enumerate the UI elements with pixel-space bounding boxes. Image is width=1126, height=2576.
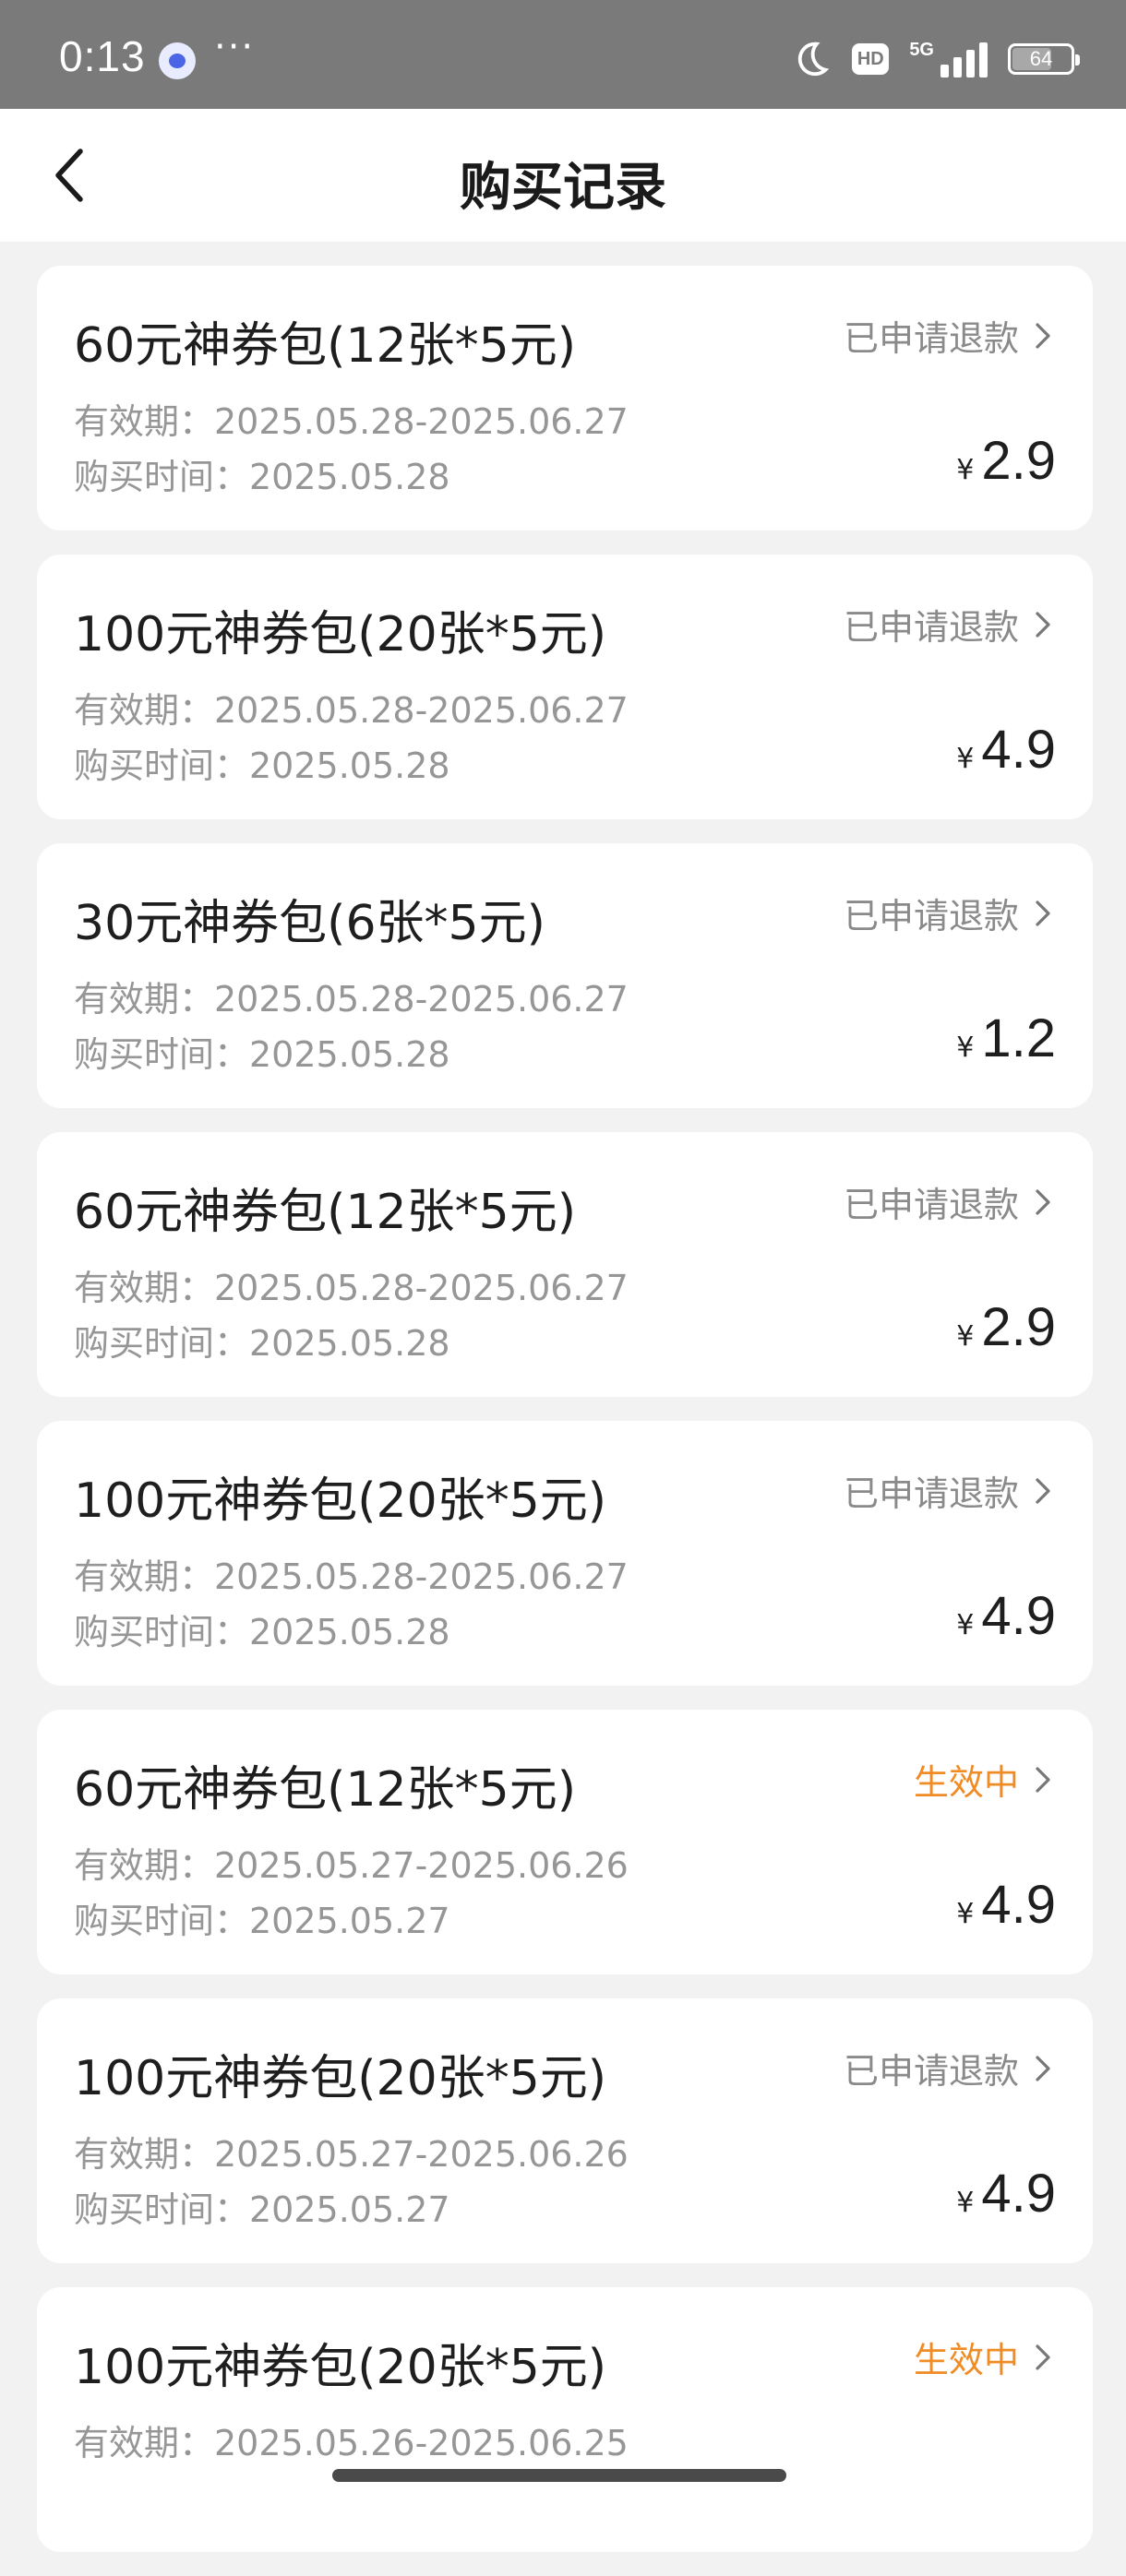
- home-indicator[interactable]: [332, 2469, 786, 2482]
- purchase-time: 购买时间：2025.05.28: [74, 1034, 450, 1075]
- record-status: 已申请退款: [843, 607, 1019, 648]
- currency-symbol: ¥: [956, 1320, 975, 1353]
- purchase-record-card[interactable]: 60元神券包(12张*5元) 已申请退款 有效期：2025.05.28-2025…: [37, 1132, 1093, 1397]
- nav-bar: 购买记录: [0, 109, 1126, 242]
- validity-period: 有效期：2025.05.28-2025.06.27: [74, 690, 629, 731]
- package-title: 100元神券包(20张*5元): [74, 1473, 607, 1529]
- package-title: 100元神券包(20张*5元): [74, 2051, 607, 2106]
- chevron-right-icon: [1036, 1188, 1050, 1215]
- currency-symbol: ¥: [956, 454, 975, 486]
- record-status-link[interactable]: 已申请退款: [844, 888, 1054, 938]
- price-amount: 4.9: [981, 1875, 1056, 1935]
- currency-symbol: ¥: [956, 743, 975, 775]
- purchase-time: 购买时间：2025.05.28: [74, 745, 450, 786]
- record-status: 已申请退款: [843, 1185, 1019, 1225]
- price-amount: 4.9: [981, 1586, 1056, 1646]
- price: ¥ 4.9: [956, 2163, 1056, 2224]
- purchase-record-card[interactable]: 60元神券包(12张*5元) 生效中 有效期：2025.05.27-2025.0…: [37, 1710, 1093, 1974]
- price-amount: 4.9: [981, 720, 1056, 780]
- package-title: 100元神券包(20张*5元): [74, 607, 607, 662]
- purchase-record-list[interactable]: 60元神券包(12张*5元) 已申请退款 有效期：2025.05.28-2025…: [37, 266, 1093, 2576]
- price-amount: 2.9: [981, 431, 1056, 491]
- record-status-link[interactable]: 生效中: [914, 1754, 1054, 1805]
- purchase-time: 购买时间：2025.05.27: [74, 2189, 450, 2230]
- record-status-link[interactable]: 已申请退款: [844, 2043, 1054, 2093]
- status-indicators: HD 5G 64: [789, 37, 1080, 81]
- purchase-record-card[interactable]: 100元神券包(20张*5元) 生效中 有效期：2025.05.26-2025.…: [37, 2287, 1093, 2552]
- battery-icon: 64: [1008, 43, 1080, 75]
- chevron-right-icon: [1036, 611, 1050, 638]
- chevron-right-icon: [1036, 1766, 1050, 1793]
- hd-voice-icon: HD: [852, 43, 890, 75]
- validity-period: 有效期：2025.05.28-2025.06.27: [74, 1556, 629, 1597]
- record-status-link[interactable]: 生效中: [914, 2332, 1054, 2382]
- validity-period: 有效期：2025.05.28-2025.06.27: [74, 401, 629, 442]
- price-amount: 2.9: [981, 1297, 1056, 1357]
- validity-period: 有效期：2025.05.27-2025.06.26: [74, 1845, 629, 1886]
- record-status: 已申请退款: [843, 896, 1019, 936]
- purchase-record-card[interactable]: 100元神券包(20张*5元) 已申请退款 有效期：2025.05.28-202…: [37, 555, 1093, 819]
- record-status: 生效中: [913, 1762, 1019, 1803]
- validity-period: 有效期：2025.05.28-2025.06.27: [74, 979, 629, 1020]
- app-notification-icon: [159, 42, 196, 79]
- currency-symbol: ¥: [956, 1898, 975, 1930]
- purchase-time: 购买时间：2025.05.28: [74, 457, 450, 497]
- package-title: 30元神券包(6张*5元): [74, 896, 545, 951]
- validity-period: 有效期：2025.05.27-2025.06.26: [74, 2134, 629, 2175]
- record-status: 已申请退款: [843, 2051, 1019, 2092]
- price: ¥ 2.9: [956, 430, 1056, 492]
- purchase-record-card[interactable]: 100元神券包(20张*5元) 已申请退款 有效期：2025.05.27-202…: [37, 1998, 1093, 2263]
- currency-symbol: ¥: [956, 2187, 975, 2219]
- price: ¥ 4.9: [956, 1874, 1056, 1936]
- purchase-time: 购买时间：2025.05.27: [74, 1901, 450, 1941]
- package-title: 60元神券包(12张*5元): [74, 318, 576, 374]
- record-status-link[interactable]: 已申请退款: [844, 1465, 1054, 1516]
- price: ¥ 4.9: [956, 719, 1056, 781]
- price-amount: 4.9: [981, 2164, 1056, 2224]
- chevron-right-icon: [1036, 900, 1050, 926]
- price: ¥ 1.2: [956, 1008, 1056, 1069]
- package-title: 100元神券包(20张*5元): [74, 2340, 607, 2395]
- package-title: 60元神券包(12张*5元): [74, 1762, 576, 1818]
- record-status: 生效中: [913, 2340, 1019, 2380]
- chevron-right-icon: [1036, 2343, 1050, 2370]
- purchase-record-card[interactable]: 100元神券包(20张*5元) 已申请退款 有效期：2025.05.28-202…: [37, 1421, 1093, 1686]
- page-title: 购买记录: [460, 158, 666, 218]
- chevron-right-icon: [1036, 1477, 1050, 1504]
- validity-period: 有效期：2025.05.28-2025.06.27: [74, 1268, 629, 1308]
- currency-symbol: ¥: [956, 1032, 975, 1064]
- record-status-link[interactable]: 已申请退款: [844, 310, 1054, 361]
- status-bar: 0:13 ··· HD 5G 64: [0, 0, 1126, 109]
- currency-symbol: ¥: [956, 1609, 975, 1641]
- purchase-time: 购买时间：2025.05.28: [74, 1612, 450, 1652]
- more-notifications-icon: ···: [214, 26, 256, 68]
- package-title: 60元神券包(12张*5元): [74, 1185, 576, 1240]
- purchase-time: 购买时间：2025.05.28: [74, 1323, 450, 1364]
- price: ¥ 2.9: [956, 1296, 1056, 1358]
- record-status: 已申请退款: [843, 318, 1019, 359]
- record-status-link[interactable]: 已申请退款: [844, 599, 1054, 650]
- purchase-record-card[interactable]: 30元神券包(6张*5元) 已申请退款 有效期：2025.05.28-2025.…: [37, 843, 1093, 1108]
- chevron-right-icon: [1036, 322, 1050, 349]
- chevron-right-icon: [1036, 2055, 1050, 2081]
- network-type-label: 5G: [909, 40, 934, 60]
- purchase-record-card[interactable]: 60元神券包(12张*5元) 已申请退款 有效期：2025.05.28-2025…: [37, 266, 1093, 531]
- price: ¥ 4.9: [956, 1585, 1056, 1647]
- record-status: 已申请退款: [843, 1473, 1019, 1514]
- record-status-link[interactable]: 已申请退款: [844, 1176, 1054, 1227]
- validity-period: 有效期：2025.05.26-2025.06.25: [74, 2423, 629, 2463]
- do-not-disturb-icon: [798, 42, 830, 77]
- price-amount: 1.2: [981, 1008, 1056, 1068]
- battery-level: 64: [1029, 47, 1053, 70]
- signal-strength-icon: 5G: [909, 41, 988, 78]
- status-time: 0:13: [59, 32, 146, 80]
